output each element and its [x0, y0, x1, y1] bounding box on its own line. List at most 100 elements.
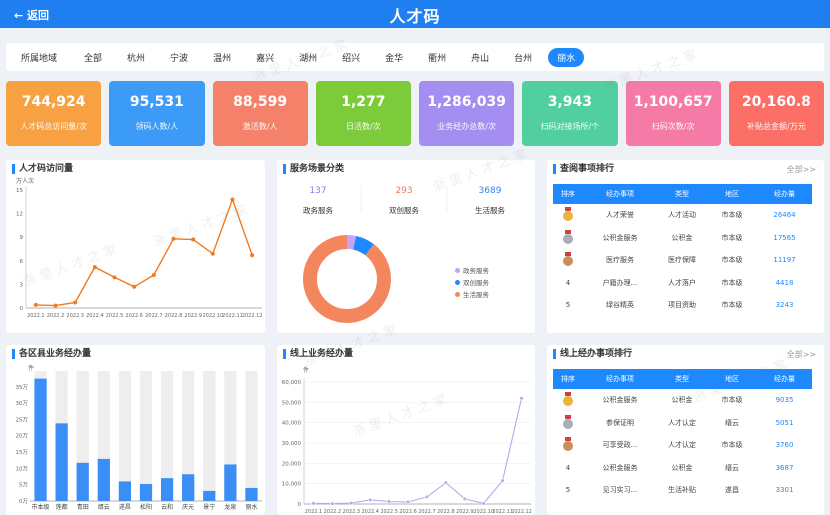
table-row[interactable]: 医疗服务 医疗保障 市本级 11197 [553, 249, 812, 272]
filter-tab[interactable]: 嘉兴 [247, 48, 283, 67]
column-header[interactable]: 排序 [553, 374, 583, 384]
table-row[interactable]: 5 见习实习... 生活补贴 遂昌 3301 [553, 479, 812, 502]
data-point[interactable] [519, 396, 524, 401]
review-table: 排序 经办事项 类型 地区 经办量人才荣誉 人才活动 市本级 26464 公积金服务 公积金 市本级… [553, 184, 812, 317]
data-point[interactable] [132, 284, 137, 289]
online-rank-more-link[interactable]: 全部>> [787, 349, 816, 360]
data-point[interactable] [500, 478, 505, 483]
visits-line-chart: 036912152022.1 2022.2 2022.3 2022.4 2022.5 20… [16, 186, 263, 319]
data-point[interactable] [92, 265, 97, 270]
bar[interactable] [118, 481, 132, 501]
x-tick-label: 遂昌 [119, 503, 131, 511]
region-filter-bar: 所属地域 全部 杭州 宁波 温州 嘉兴 湖州 绍兴 金华 衢州 舟山 台州 丽水 [6, 43, 824, 71]
data-point[interactable] [330, 501, 335, 506]
column-header[interactable]: 经办事项 [583, 189, 657, 199]
table-cell: 生活补贴 [668, 486, 696, 495]
stat-label: 日活数/次 [346, 122, 381, 131]
filter-tab[interactable]: 绍兴 [333, 48, 369, 67]
data-point[interactable] [443, 480, 448, 485]
data-point[interactable] [311, 501, 316, 506]
bar[interactable] [76, 462, 89, 501]
column-header[interactable]: 类型 [657, 374, 707, 384]
column-header[interactable]: 地区 [707, 189, 757, 199]
bar[interactable] [160, 478, 174, 501]
data-point[interactable] [171, 236, 176, 241]
stat-label: 补贴总金额/万元 [747, 122, 806, 131]
donut-slice[interactable] [303, 235, 391, 323]
table-row[interactable]: 参保证明 人才认定 缙云 5051 [553, 412, 812, 435]
table-row[interactable]: 公积金服务 公积金 市本级 17565 [553, 227, 812, 250]
data-point[interactable] [73, 300, 78, 305]
data-point[interactable] [151, 272, 156, 277]
filter-tab[interactable]: 宁波 [161, 48, 197, 67]
table-row[interactable]: 4 户籍办理... 人才落户 市本级 4418 [553, 272, 812, 295]
data-point[interactable] [368, 497, 373, 503]
column-header[interactable]: 排序 [553, 189, 583, 199]
county-bar-chart: 0万 5万 10万 15万 20万 25万 30万 35万市本级 莲都 青田 缙云 遂昌 松阳 云和 庆元 景… [16, 371, 262, 511]
filter-tab[interactable]: 全部 [75, 48, 111, 67]
data-point[interactable] [33, 302, 38, 307]
column-header[interactable]: 地区 [707, 374, 757, 384]
stat-card[interactable]: 95,531 领码人数/人 [109, 81, 205, 146]
legend-item[interactable]: 双创服务 [455, 277, 489, 287]
filter-tab[interactable]: 湖州 [290, 48, 326, 67]
table-row[interactable]: 可享受政... 人才认定 市本级 3760 [553, 434, 812, 457]
bar[interactable] [97, 458, 110, 501]
stat-value: 1,277 [341, 94, 386, 110]
stat-card[interactable]: 1,277 日活数/次 [315, 81, 411, 146]
bar[interactable] [139, 484, 153, 501]
bar[interactable] [182, 474, 195, 501]
data-point[interactable] [387, 499, 392, 504]
stat-card[interactable]: 1,100,657 扫码次数/次 [625, 81, 721, 146]
filter-tab[interactable]: 杭州 [118, 48, 154, 67]
data-point[interactable] [481, 501, 486, 506]
online-rank-table: 排序 经办事项 类型 地区 经办量公积金服务 公积金 市本级 9035 参保证明 人才认定 缙云 50… [553, 369, 812, 502]
table-cell: 见习实习... [602, 486, 638, 495]
table-row[interactable]: 4 公积金服务 公积金 缙云 3687 [553, 457, 812, 480]
data-point[interactable] [112, 275, 117, 280]
column-header[interactable]: 经办量 [757, 189, 812, 199]
bar[interactable] [203, 490, 216, 501]
bar[interactable] [55, 423, 68, 501]
data-point[interactable] [250, 253, 255, 258]
stat-card[interactable]: 1,286,039 业务经办总数/次 [419, 81, 515, 146]
filter-tab[interactable]: 丽水 [548, 47, 585, 67]
data-point[interactable] [462, 496, 467, 502]
filter-tab[interactable]: 温州 [204, 48, 240, 67]
column-header[interactable]: 经办量 [757, 374, 812, 384]
online-rank-title: 线上经办事项排行 [553, 349, 632, 359]
filter-tab[interactable]: 金华 [376, 48, 412, 67]
review-more-link[interactable]: 全部>> [787, 164, 816, 175]
filter-tab[interactable]: 衢州 [419, 48, 455, 67]
bar[interactable] [245, 487, 258, 501]
stat-card[interactable]: 3,943 扫码对接场所/个 [522, 81, 618, 146]
data-point[interactable] [191, 237, 196, 242]
data-point[interactable] [405, 499, 411, 505]
bar[interactable] [224, 464, 237, 501]
rank-medal-icon [553, 392, 583, 407]
filter-tab[interactable]: 舟山 [462, 48, 498, 67]
y-tick-label: 10万 [16, 465, 29, 472]
rank-number: 5 [565, 301, 571, 310]
stat-card[interactable]: 20,160.8 补贴总金额/万元 [728, 81, 824, 146]
x-tick-label: 2022.4 [86, 313, 104, 319]
table-row[interactable]: 公积金服务 公积金 市本级 9035 [553, 389, 812, 412]
data-point[interactable] [349, 500, 354, 506]
filter-tab[interactable]: 台州 [505, 48, 541, 67]
data-point[interactable] [210, 251, 215, 256]
table-row[interactable]: 人才荣誉 人才活动 市本级 26464 [553, 204, 812, 227]
legend-item[interactable]: 生活服务 [455, 289, 489, 299]
back-button[interactable]: ← 返回 [14, 7, 49, 23]
stat-card[interactable]: 88,599 激活数/人 [212, 81, 308, 146]
x-tick-label: 2022.7 [145, 313, 163, 319]
data-point[interactable] [53, 303, 58, 308]
bar[interactable] [34, 378, 47, 501]
column-header[interactable]: 类型 [657, 189, 707, 199]
data-point[interactable] [424, 494, 430, 499]
column-header[interactable]: 经办事项 [583, 374, 657, 384]
data-point[interactable] [230, 197, 235, 202]
x-tick-label: 2022.11 [222, 313, 243, 319]
table-row[interactable]: 5 绿谷精英 项目资助 市本级 3243 [553, 294, 812, 317]
stat-card[interactable]: 744,924 人才码总访问量/次 [6, 81, 102, 146]
legend-item[interactable]: 政务服务 [455, 265, 489, 275]
